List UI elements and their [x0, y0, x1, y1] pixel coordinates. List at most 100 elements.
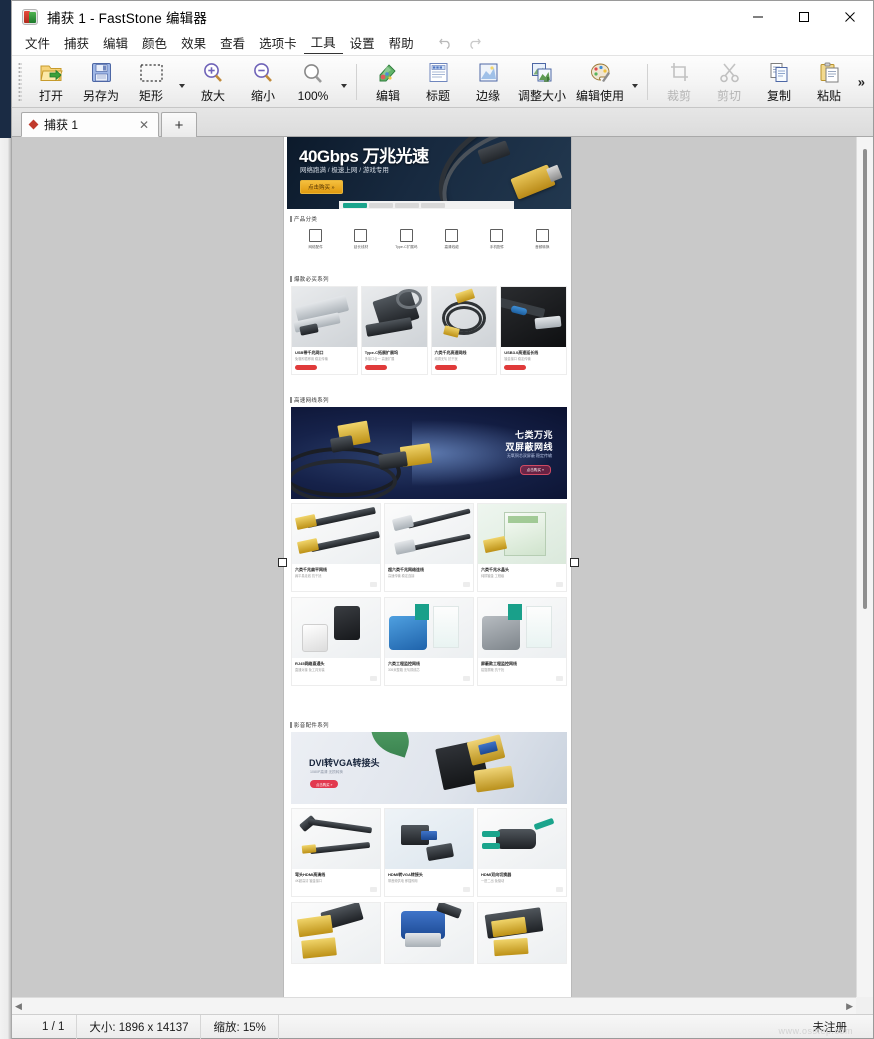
image-viewport[interactable]: 40Gbps 万兆光速 网络跑满 / 极速上网 / 游戏专用 点击购买 » 产品… [12, 137, 856, 997]
save-as-button[interactable]: 另存为 [76, 58, 126, 106]
category-item-2[interactable]: Type-C扩展坞 [389, 229, 423, 250]
dvi-cta-button[interactable]: 点击购买 » [310, 780, 339, 788]
product-cart-icon[interactable] [556, 582, 563, 587]
product-card[interactable]: Type-C拓展扩展坞 多接口合一 高速扩展 [360, 286, 428, 375]
product-card[interactable]: HDMI转VGA转接头 带音频供电 即插即用 [384, 808, 474, 897]
toolbar-grip[interactable] [18, 61, 22, 102]
new-tab-button[interactable]: + [161, 112, 197, 137]
category-label-4: 手机配件 [489, 245, 505, 249]
scroll-left-arrow-icon[interactable]: ◀ [15, 1001, 22, 1012]
edge-effect-button[interactable]: 边缘 [463, 58, 513, 106]
menu-view[interactable]: 查看 [213, 34, 252, 54]
category-item-4[interactable]: 手机配件 [480, 229, 514, 250]
dvi-vga-banner[interactable]: DVI转VGA转接头 1080P高清 无损转换 点击购买 » [291, 732, 567, 804]
crop-button[interactable]: 裁剪 [654, 58, 704, 106]
product-card[interactable] [477, 902, 567, 964]
menu-tabs[interactable]: 选项卡 [252, 34, 304, 54]
hero-carousel-tabs[interactable] [339, 201, 514, 209]
caption-button[interactable]: 标题 [413, 58, 463, 106]
product-thumbnail [431, 287, 497, 347]
product-thumbnail [478, 598, 566, 658]
zoom-out-button[interactable]: 缩小 [238, 58, 288, 106]
category-item-3[interactable]: 高清线缆 [435, 229, 469, 250]
product-buy-button[interactable] [434, 365, 457, 370]
menu-color[interactable]: 颜色 [135, 34, 174, 54]
cut-button[interactable]: 剪切 [704, 58, 754, 106]
toolbar-overflow-button[interactable]: » [858, 74, 865, 89]
edit-with-dropdown[interactable] [629, 58, 641, 106]
minimize-button[interactable] [735, 1, 781, 32]
product-card[interactable] [291, 902, 381, 964]
horizontal-scrollbar[interactable]: ◀ ▶ [12, 997, 856, 1014]
product-card[interactable]: 超六类千兆网络连线 高速传输 稳定连接 [384, 503, 474, 592]
scroll-right-arrow-icon[interactable]: ▶ [846, 1001, 853, 1012]
product-card[interactable]: USB3.0高速延长线 镀金接口 稳定传输 [500, 286, 567, 375]
product-cart-icon[interactable] [556, 676, 563, 681]
selection-handle-left[interactable] [278, 558, 287, 567]
product-card[interactable]: 六类千兆水晶头 纯铜镀金 工程级 [477, 503, 567, 592]
open-button[interactable]: 打开 [26, 58, 76, 106]
product-cart-icon[interactable] [370, 676, 377, 681]
copy-button[interactable]: 复制 [754, 58, 804, 106]
product-card[interactable]: 六类千兆高速网线 纯铜无氧 抗干扰 [430, 286, 498, 375]
edit-with-button[interactable]: 编辑使用 [571, 58, 629, 106]
cat7-cta-button[interactable]: 点击购买 » [519, 465, 551, 475]
product-card[interactable]: HDMI双向切换器 一进二出 免驱动 [477, 808, 567, 897]
product-buy-button[interactable] [364, 365, 387, 370]
product-card[interactable]: 弯头HDMI高清线 4K超高清 镀金接口 [291, 808, 381, 897]
hero-cta-button[interactable]: 点击购买 » [300, 180, 343, 194]
main-toolbar: 打开 另存为 矩形 放大 缩小 100% 编辑 标题 边缘 调整大小 编辑使用 … [12, 56, 873, 108]
product-card[interactable]: USB带千兆网口 免驱即插即用 稳定传输 [291, 286, 358, 375]
product-card[interactable]: 六类工程监控网线 305米整箱 无氧铜线芯 [384, 597, 474, 686]
maximize-button[interactable] [781, 1, 827, 32]
crop-label: 裁剪 [667, 89, 692, 103]
menu-capture[interactable]: 捕获 [57, 34, 96, 54]
menu-edit[interactable]: 编辑 [96, 34, 135, 54]
product-title: 超六类千兆网络连线 [388, 567, 424, 572]
paste-button[interactable]: 粘贴 [804, 58, 854, 106]
product-buy-button[interactable] [295, 365, 317, 370]
product-card[interactable]: RJ45网络直通头 直通对接 免工具安装 [291, 597, 381, 686]
category-item-5[interactable]: 音频转换 [525, 229, 559, 250]
undo-icon[interactable] [438, 37, 454, 51]
category-item-1[interactable]: 延长线材 [344, 229, 378, 250]
rectangle-select-button[interactable]: 矩形 [126, 58, 176, 106]
close-tab-icon[interactable]: ✕ [136, 118, 152, 132]
product-cart-icon[interactable] [463, 887, 470, 892]
redo-icon[interactable] [466, 37, 481, 51]
menu-tools[interactable]: 工具 [303, 33, 343, 54]
captured-webpage-image[interactable]: 40Gbps 万兆光速 网络跑满 / 极速上网 / 游戏专用 点击购买 » 产品… [284, 137, 571, 997]
category-item-0[interactable]: 网络配件 [299, 229, 333, 250]
document-tab-capture-1[interactable]: 捕获 1 ✕ [21, 112, 159, 137]
vertical-scrollbar-thumb[interactable] [863, 149, 867, 609]
status-page-indicator: 1 / 1 [12, 1014, 78, 1039]
save-as-icon [91, 60, 112, 85]
product-cart-icon[interactable] [463, 582, 470, 587]
cat7-banner[interactable]: 七类万兆 双屏蔽网线 无氧铜芯双屏蔽 稳定传输 点击购买 » [291, 407, 567, 499]
product-card[interactable]: 屏蔽款工程监控网线 铝箔屏蔽 抗干扰 [477, 597, 567, 686]
rectangle-select-dropdown[interactable] [176, 58, 188, 106]
hero-banner: 40Gbps 万兆光速 网络跑满 / 极速上网 / 游戏专用 点击购买 » [287, 137, 571, 209]
close-button[interactable] [827, 1, 873, 32]
product-buy-button[interactable] [504, 365, 527, 370]
menu-effects[interactable]: 效果 [174, 34, 213, 54]
zoom-actual-button[interactable]: 100% [288, 58, 338, 106]
product-cart-icon[interactable] [556, 887, 563, 892]
product-cart-icon[interactable] [463, 676, 470, 681]
product-thumbnail [501, 287, 566, 347]
selection-handle-right[interactable] [570, 558, 579, 567]
zoom-in-button[interactable]: 放大 [188, 58, 238, 106]
menu-help[interactable]: 帮助 [382, 34, 421, 54]
network-adapter-icon [309, 229, 323, 242]
product-cart-icon[interactable] [370, 887, 377, 892]
draw-edit-button[interactable]: 编辑 [363, 58, 413, 106]
menu-file[interactable]: 文件 [18, 34, 57, 54]
product-card[interactable] [384, 902, 474, 964]
zoom-dropdown[interactable] [338, 58, 350, 106]
product-card[interactable]: 六类千兆扁平网线 扁平易走线 抗干扰 [291, 503, 381, 592]
menu-settings[interactable]: 设置 [343, 34, 382, 54]
resize-button[interactable]: 调整大小 [513, 58, 571, 106]
product-cart-icon[interactable] [370, 582, 377, 587]
vertical-scrollbar[interactable] [856, 137, 873, 997]
product-title: 六类千兆扁平网线 [295, 567, 327, 572]
